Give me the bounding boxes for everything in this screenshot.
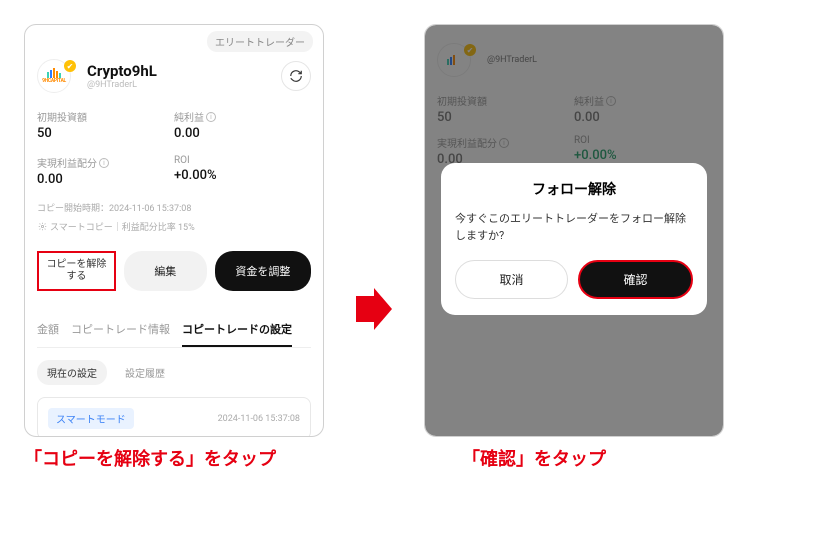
captions-row: 「コピーを解除する」をタップ 「確認」をタップ <box>24 447 816 472</box>
caption-left: 「コピーを解除する」をタップ <box>24 447 324 472</box>
card-timestamp: 2024-11-06 15:37:08 <box>218 414 300 424</box>
unfollow-modal: フォロー解除 今すぐこのエリートトレーダーをフォロー解除しますか? 取消 確認 <box>441 163 707 315</box>
modal-title: フォロー解除 <box>455 179 693 199</box>
phone-right: ✔ @9HTraderL 初期投資額50 純利益 i0.00 実現利益配分 i0… <box>424 24 724 437</box>
stat-value-realized: 0.00 <box>37 172 174 187</box>
refresh-button[interactable] <box>281 61 311 91</box>
edit-button[interactable]: 編集 <box>124 251 207 291</box>
stat-label-realized: 実現利益配分 i <box>37 155 174 170</box>
main-tabs: 金額 コピートレード情報 コピートレードの設定 <box>37 313 311 348</box>
adjust-funds-button[interactable]: 資金を調整 <box>215 251 311 291</box>
unfollow-copy-button[interactable]: コピーを解除する <box>37 251 116 291</box>
stat-value-profit: 0.00 <box>174 126 311 141</box>
stat-label-profit: 純利益 i <box>174 109 311 124</box>
modal-body: 今すぐこのエリートトレーダーをフォロー解除しますか? <box>455 211 693 244</box>
smart-mode-badge: スマートモード <box>48 408 134 429</box>
gear-icon <box>37 222 47 232</box>
arrow-icon <box>356 288 392 334</box>
modal-confirm-button[interactable]: 確認 <box>578 260 693 299</box>
phone-left: エリートトレーダー 9HCAPITAL ✔ Crypto9hL @9HTrade… <box>24 24 324 437</box>
trader-name: Crypto9hL <box>87 62 157 80</box>
tutorial-container: エリートトレーダー 9HCAPITAL ✔ Crypto9hL @9HTrade… <box>24 24 816 437</box>
elite-trader-badge: エリートトレーダー <box>207 31 313 52</box>
subtab-history[interactable]: 設定履歴 <box>115 360 175 385</box>
tab-copy-info[interactable]: コピートレード情報 <box>71 313 170 347</box>
verified-icon: ✔ <box>64 60 76 72</box>
tab-amount[interactable]: 金額 <box>37 313 59 347</box>
trader-header: 9HCAPITAL ✔ Crypto9hL @9HTraderL <box>37 59 311 93</box>
modal-cancel-button[interactable]: 取消 <box>455 260 568 299</box>
smart-copy-info: スマートコピー｜利益配分比率 15% <box>37 220 311 233</box>
info-icon[interactable]: i <box>206 112 216 122</box>
stats-row-2: 実現利益配分 i 0.00 ROI +0.00% <box>37 155 311 187</box>
refresh-icon <box>289 69 303 83</box>
stat-value-initial: 50 <box>37 126 174 141</box>
stat-label-initial: 初期投資額 <box>37 109 174 124</box>
copy-start-time: コピー開始時期：2024-11-06 15:37:08 <box>37 201 311 214</box>
action-buttons: コピーを解除する 編集 資金を調整 <box>37 251 311 291</box>
tab-copy-settings[interactable]: コピートレードの設定 <box>182 313 292 347</box>
trader-handle: @9HTraderL <box>87 80 157 90</box>
info-icon[interactable]: i <box>99 158 109 168</box>
stats-row-1: 初期投資額 50 純利益 i 0.00 <box>37 109 311 141</box>
settings-card: スマートモード 2024-11-06 15:37:08 <box>37 397 311 437</box>
caption-right: 「確認」をタップ <box>462 447 762 472</box>
sub-tabs: 現在の設定 設定履歴 <box>37 360 311 385</box>
stat-value-roi: +0.00% <box>174 168 311 183</box>
stat-label-roi: ROI <box>174 155 311 166</box>
subtab-current[interactable]: 現在の設定 <box>37 360 107 385</box>
